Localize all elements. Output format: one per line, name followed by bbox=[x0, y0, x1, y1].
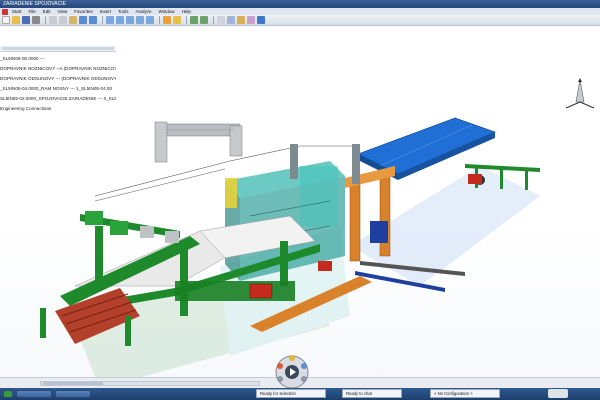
undo-icon[interactable] bbox=[79, 16, 87, 24]
help-icon[interactable] bbox=[257, 16, 265, 24]
taskbar-app-button[interactable] bbox=[16, 390, 52, 398]
toolbar bbox=[0, 15, 600, 26]
tree-node[interactable]: DOPRAVNIK NOZNICOVY --A (DOPRAVNIK NOZNI… bbox=[0, 64, 116, 74]
tree-node[interactable]: _SL5IN05-00.0000 --- bbox=[0, 54, 116, 64]
toolbar-separator bbox=[186, 16, 187, 24]
catia-app-icon[interactable] bbox=[2, 8, 8, 15]
open-icon[interactable] bbox=[12, 16, 20, 24]
toolbar-separator bbox=[102, 16, 103, 24]
menu-file[interactable]: File bbox=[29, 9, 36, 14]
configuration-selector[interactable]: < No Configuration > bbox=[430, 389, 500, 398]
measure-icon[interactable] bbox=[217, 16, 225, 24]
tree-node[interactable]: SL5IN05-02.0000_SPOJOVACIE ZARIADENIE --… bbox=[0, 94, 116, 104]
zoom-out-icon[interactable] bbox=[136, 16, 144, 24]
taskbar-app-button[interactable] bbox=[55, 390, 91, 398]
render-style-icon[interactable] bbox=[173, 16, 181, 24]
toolbar-separator bbox=[159, 16, 160, 24]
menu-favorites[interactable]: Favorites bbox=[74, 9, 93, 14]
cut-icon[interactable] bbox=[49, 16, 57, 24]
lock-icon[interactable] bbox=[237, 16, 245, 24]
toolbar-separator bbox=[45, 16, 46, 24]
tree-node[interactable]: _SL5IN05-04.0000_RAM NOSNY --- 1_SL5IN05… bbox=[0, 84, 116, 94]
paste-icon[interactable] bbox=[69, 16, 77, 24]
navigation-wheel-icon[interactable] bbox=[270, 352, 314, 392]
status-ready-selection: Ready for selection bbox=[256, 389, 326, 398]
roller-section bbox=[40, 288, 140, 346]
compass-icon[interactable] bbox=[560, 76, 600, 112]
new-icon[interactable] bbox=[2, 16, 10, 24]
copy-icon[interactable] bbox=[59, 16, 67, 24]
compass-icon[interactable] bbox=[227, 16, 235, 24]
menu-help[interactable]: Help bbox=[182, 9, 191, 14]
tree-scroll-thumb[interactable] bbox=[2, 47, 114, 50]
menu-start[interactable]: Start bbox=[12, 9, 22, 14]
save-icon[interactable] bbox=[22, 16, 30, 24]
tree-node[interactable]: DOPRAVNIK ODSUNOVY --- (DOPRAVNIK ODSUNO… bbox=[0, 74, 116, 84]
overhead-cable-2 bbox=[94, 168, 226, 202]
apply-material-icon[interactable] bbox=[247, 16, 255, 24]
start-orb-icon[interactable] bbox=[3, 390, 13, 398]
menu-bar: Start File Edit View Favorites Insert To… bbox=[0, 8, 600, 15]
ventilation-duct bbox=[154, 121, 243, 163]
title-bar: ZARIADENIE SPOJOVACIE bbox=[0, 0, 600, 8]
hide-show-icon[interactable] bbox=[190, 16, 198, 24]
menu-analyze[interactable]: Analyze bbox=[136, 9, 152, 14]
swap-space-icon[interactable] bbox=[200, 16, 208, 24]
redo-icon[interactable] bbox=[89, 16, 97, 24]
pan-icon[interactable] bbox=[106, 16, 114, 24]
tree-scrollbar[interactable] bbox=[0, 46, 116, 52]
menu-insert[interactable]: Insert bbox=[100, 9, 111, 14]
menu-tools[interactable]: Tools bbox=[118, 9, 129, 14]
horizontal-scroll-thumb[interactable] bbox=[43, 382, 103, 385]
specification-tree[interactable]: _SL5IN05-00.0000 --- DOPRAVNIK NOZNICOVY… bbox=[0, 54, 116, 114]
3d-viewport[interactable]: _SL5IN05-00.0000 --- DOPRAVNIK NOZNICOVY… bbox=[0, 26, 600, 388]
menu-view[interactable]: View bbox=[58, 9, 68, 14]
toolbar-separator bbox=[213, 16, 214, 24]
menu-edit[interactable]: Edit bbox=[43, 9, 51, 14]
tree-node-engineering-connections[interactable]: Engineering Connections bbox=[0, 104, 116, 114]
status-ready-chat: Ready to chat bbox=[342, 389, 402, 398]
horizontal-scrollbar[interactable] bbox=[40, 381, 260, 386]
rotate-icon[interactable] bbox=[116, 16, 124, 24]
print-icon[interactable] bbox=[32, 16, 40, 24]
fit-all-icon[interactable] bbox=[146, 16, 154, 24]
menu-window[interactable]: Window bbox=[159, 9, 175, 14]
window-title: ZARIADENIE SPOJOVACIE bbox=[3, 1, 66, 7]
views-icon[interactable] bbox=[163, 16, 171, 24]
zoom-in-icon[interactable] bbox=[126, 16, 134, 24]
3ds-logo-icon bbox=[548, 389, 568, 398]
